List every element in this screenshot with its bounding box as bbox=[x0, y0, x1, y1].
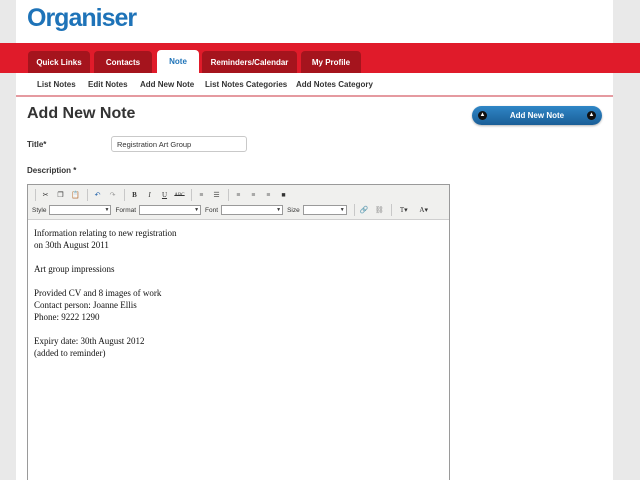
tab-quick-links[interactable]: Quick Links bbox=[28, 51, 90, 73]
align-left-icon[interactable]: ≡ bbox=[232, 189, 245, 202]
toolbar-separator bbox=[353, 204, 355, 216]
editor-line: Art group impressions bbox=[34, 264, 115, 274]
align-justify-icon[interactable]: ■ bbox=[277, 189, 290, 202]
editor-line: Expiry date: 30th August 2012 bbox=[34, 336, 145, 346]
bullet-list-icon[interactable]: ☰ bbox=[210, 189, 223, 202]
tab-contacts[interactable]: Contacts bbox=[94, 51, 152, 73]
numbered-list-icon[interactable]: ≡ bbox=[195, 189, 208, 202]
font-select[interactable]: ▼ bbox=[221, 205, 284, 215]
editor-line: Contact person: Joanne Ellis bbox=[34, 300, 137, 310]
toolbar-separator bbox=[191, 189, 192, 201]
cut-icon[interactable]: ✂ bbox=[39, 189, 52, 202]
editor-line: Provided CV and 8 images of work bbox=[34, 288, 162, 298]
editor-line: Phone: 9222 1290 bbox=[34, 312, 100, 322]
align-center-icon[interactable]: ≡ bbox=[247, 189, 260, 202]
toolbar-separator bbox=[390, 204, 392, 216]
chevron-down-icon: ▼ bbox=[194, 207, 200, 213]
arrow-up-icon: ▲ bbox=[587, 111, 596, 120]
editor-line: on 30th August 2011 bbox=[34, 240, 109, 250]
subnav-list-notes-categories[interactable]: List Notes Categories bbox=[205, 80, 287, 89]
align-right-icon[interactable]: ≡ bbox=[262, 189, 275, 202]
link-icon[interactable]: 🔗 bbox=[358, 204, 371, 217]
subnav-add-new-note[interactable]: Add New Note bbox=[140, 80, 194, 89]
tab-note[interactable]: Note bbox=[157, 50, 199, 73]
editor-line: (added to reminder) bbox=[34, 348, 106, 358]
bold-icon[interactable]: B bbox=[128, 189, 141, 202]
italic-icon[interactable]: I bbox=[143, 189, 156, 202]
tab-reminders-calendar[interactable]: Reminders/Calendar bbox=[202, 51, 297, 73]
size-label: Size bbox=[287, 206, 300, 214]
format-label: Format bbox=[115, 206, 137, 214]
chevron-down-icon: ▼ bbox=[104, 207, 110, 213]
chevron-down-icon: ▼ bbox=[339, 207, 345, 213]
editor-toolbar: ✂ ❐ 📋 ↶ ↷ B I U ABC ≡ ☰ ≡ ≡ ≡ ■ Style ▼ … bbox=[28, 185, 449, 220]
rich-text-editor: ✂ ❐ 📋 ↶ ↷ B I U ABC ≡ ☰ ≡ ≡ ≡ ■ Style ▼ … bbox=[27, 184, 450, 480]
format-select[interactable]: ▼ bbox=[139, 205, 202, 215]
toolbar-separator bbox=[124, 189, 125, 201]
add-new-note-button[interactable]: ▲ Add New Note ▲ bbox=[472, 106, 602, 125]
font-label: Font bbox=[205, 206, 219, 214]
redo-icon[interactable]: ↷ bbox=[106, 189, 119, 202]
description-label: Description * bbox=[27, 166, 77, 175]
undo-icon[interactable]: ↶ bbox=[91, 189, 104, 202]
sub-navigation: List Notes Edit Notes Add New Note List … bbox=[16, 73, 613, 97]
strikethrough-icon[interactable]: ABC bbox=[173, 189, 186, 202]
subnav-list-notes[interactable]: List Notes bbox=[37, 80, 76, 89]
editor-content[interactable]: Information relating to new registration… bbox=[34, 227, 434, 359]
unlink-icon[interactable]: ⛓ bbox=[373, 204, 386, 217]
title-label: Title* bbox=[27, 140, 47, 149]
underline-icon[interactable]: U bbox=[158, 189, 171, 202]
style-label: Style bbox=[32, 206, 47, 214]
page-title: Add New Note bbox=[27, 105, 136, 122]
copy-icon[interactable]: ❐ bbox=[54, 189, 67, 202]
toolbar-separator bbox=[228, 189, 229, 201]
paste-icon[interactable]: 📋 bbox=[69, 189, 82, 202]
style-select[interactable]: ▼ bbox=[49, 205, 112, 215]
add-new-note-button-label: Add New Note bbox=[509, 111, 565, 120]
toolbar-separator bbox=[35, 189, 36, 201]
app-logo[interactable]: Organiser bbox=[27, 4, 137, 33]
toolbar-row-2: Style ▼ Format ▼ Font ▼ Size ▼ 🔗 ⛓ T▾ A▾ bbox=[32, 203, 435, 217]
tab-my-profile[interactable]: My Profile bbox=[301, 51, 361, 73]
chevron-down-icon: ▼ bbox=[276, 207, 282, 213]
title-input[interactable] bbox=[111, 136, 247, 152]
subnav-add-notes-category[interactable]: Add Notes Category bbox=[296, 80, 373, 89]
text-color-icon[interactable]: T▾ bbox=[395, 204, 413, 217]
toolbar-separator bbox=[87, 189, 88, 201]
size-select[interactable]: ▼ bbox=[302, 205, 347, 215]
arrow-up-icon: ▲ bbox=[478, 111, 487, 120]
editor-line: Information relating to new registration bbox=[34, 228, 177, 238]
subnav-edit-notes[interactable]: Edit Notes bbox=[88, 80, 128, 89]
background-color-icon[interactable]: A▾ bbox=[415, 204, 433, 217]
toolbar-row-1: ✂ ❐ 📋 ↶ ↷ B I U ABC ≡ ☰ ≡ ≡ ≡ ■ bbox=[32, 188, 292, 202]
